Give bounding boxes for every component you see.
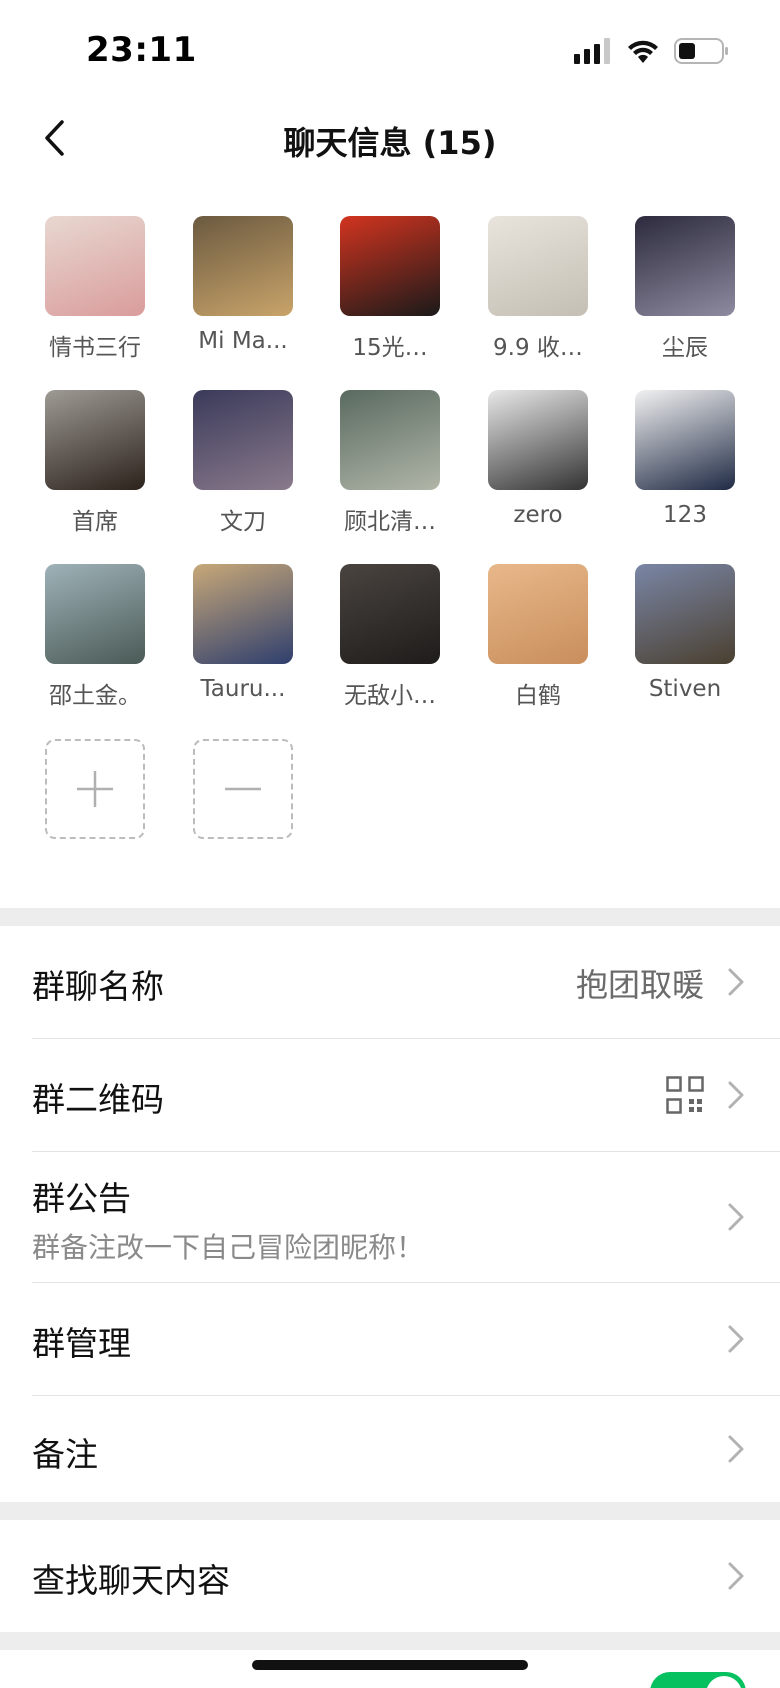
wifi-icon <box>628 40 658 63</box>
group-settings: 群聊名称 抱团取暖 群二维码 群公告 群备注改一下自己冒险团昵称！ 群管理 备注 <box>0 926 780 1502</box>
group-name-row[interactable]: 群聊名称 抱团取暖 <box>0 926 780 1038</box>
avatar <box>488 216 588 316</box>
status-bar: 23:11 <box>0 0 780 100</box>
avatar <box>635 564 735 664</box>
member-item[interactable]: 无敌小… <box>320 564 450 724</box>
group-manage-row[interactable]: 群管理 <box>0 1283 780 1395</box>
member-name: 首席 <box>72 509 118 535</box>
group-qr-row[interactable]: 群二维码 <box>0 1039 780 1151</box>
remove-member-button[interactable] <box>193 739 293 839</box>
member-item[interactable]: 尘辰 <box>615 216 745 376</box>
member-grid: 情书三行 Mi Ma... 15光… 9.9 收… 尘辰首席 文刀 顾北清… zero 123 邵… <box>0 180 780 908</box>
chevron-right-icon <box>728 1435 744 1463</box>
status-icons <box>574 36 730 66</box>
search-section: 查找聊天内容 <box>0 1520 780 1632</box>
member-name: 顾北清… <box>344 509 436 535</box>
remark-row[interactable]: 备注 <box>0 1396 780 1502</box>
member-item[interactable]: 123 <box>615 390 745 550</box>
chevron-right-icon <box>728 1562 744 1590</box>
member-item[interactable]: 白鹤 <box>468 564 598 724</box>
avatar <box>340 216 440 316</box>
avatar <box>488 390 588 490</box>
member-item[interactable]: 9.9 收… <box>468 216 598 376</box>
member-name: 情书三行 <box>49 335 141 361</box>
member-name: 邵土金。 <box>49 683 141 709</box>
member-item[interactable]: Stiven <box>615 564 745 724</box>
group-notice-row[interactable]: 群公告 群备注改一下自己冒险团昵称！ <box>0 1152 780 1282</box>
cellular-signal-icon <box>574 38 610 64</box>
home-indicator <box>252 1660 528 1670</box>
chevron-right-icon <box>728 1081 744 1109</box>
add-member-button[interactable] <box>45 739 145 839</box>
member-name: 123 <box>663 502 707 528</box>
member-item[interactable]: 顾北清… <box>320 390 450 550</box>
member-name: zero <box>513 502 563 528</box>
group-name-value: 抱团取暖 <box>575 966 704 1004</box>
avatar <box>45 564 145 664</box>
plus-icon <box>77 771 113 807</box>
group-name-label: 群聊名称 <box>32 967 164 1006</box>
qr-code-icon <box>666 1076 704 1114</box>
member-item[interactable]: 邵土金。 <box>25 564 155 724</box>
toggle-knob <box>706 1676 742 1688</box>
member-item[interactable]: 情书三行 <box>25 216 155 376</box>
member-name: 白鹤 <box>515 683 561 709</box>
member-name: Tauru... <box>200 676 286 702</box>
member-item[interactable]: 首席 <box>25 390 155 550</box>
group-manage-label: 群管理 <box>32 1324 131 1363</box>
group-notice-preview: 群备注改一下自己冒险团昵称！ <box>32 1231 425 1264</box>
member-item[interactable]: zero <box>468 390 598 550</box>
search-chat-row[interactable]: 查找聊天内容 <box>0 1520 780 1632</box>
member-name: 尘辰 <box>662 335 708 361</box>
chevron-right-icon <box>728 1325 744 1353</box>
avatar <box>488 564 588 664</box>
member-item[interactable]: Tauru... <box>173 564 303 724</box>
avatar <box>193 390 293 490</box>
battery-icon <box>674 38 728 64</box>
chevron-right-icon <box>728 968 744 996</box>
member-name: 9.9 收… <box>493 335 583 361</box>
page-title: 聊天信息 (15) <box>283 124 497 162</box>
member-name: 无敌小… <box>344 683 436 709</box>
minus-icon <box>225 787 261 791</box>
avatar <box>635 216 735 316</box>
avatar <box>340 564 440 664</box>
member-item[interactable]: 15光… <box>320 216 450 376</box>
toggle-switch[interactable] <box>650 1672 746 1688</box>
member-item[interactable]: Mi Ma... <box>173 216 303 376</box>
avatar <box>635 390 735 490</box>
member-name: Stiven <box>648 676 722 702</box>
status-time: 23:11 <box>86 30 197 70</box>
avatar <box>45 390 145 490</box>
member-name: 文刀 <box>220 509 266 535</box>
search-chat-label: 查找聊天内容 <box>32 1561 230 1600</box>
nav-bar: 聊天信息 (15) <box>0 100 780 180</box>
remark-label: 备注 <box>32 1435 98 1474</box>
chevron-right-icon <box>728 1203 744 1231</box>
avatar <box>193 216 293 316</box>
avatar <box>193 564 293 664</box>
avatar <box>45 216 145 316</box>
group-qr-label: 群二维码 <box>32 1080 164 1119</box>
member-item[interactable]: 文刀 <box>173 390 303 550</box>
member-name: 15光… <box>352 335 428 361</box>
group-notice-label: 群公告 <box>32 1179 131 1218</box>
avatar <box>340 390 440 490</box>
member-name: Mi Ma... <box>198 328 288 354</box>
